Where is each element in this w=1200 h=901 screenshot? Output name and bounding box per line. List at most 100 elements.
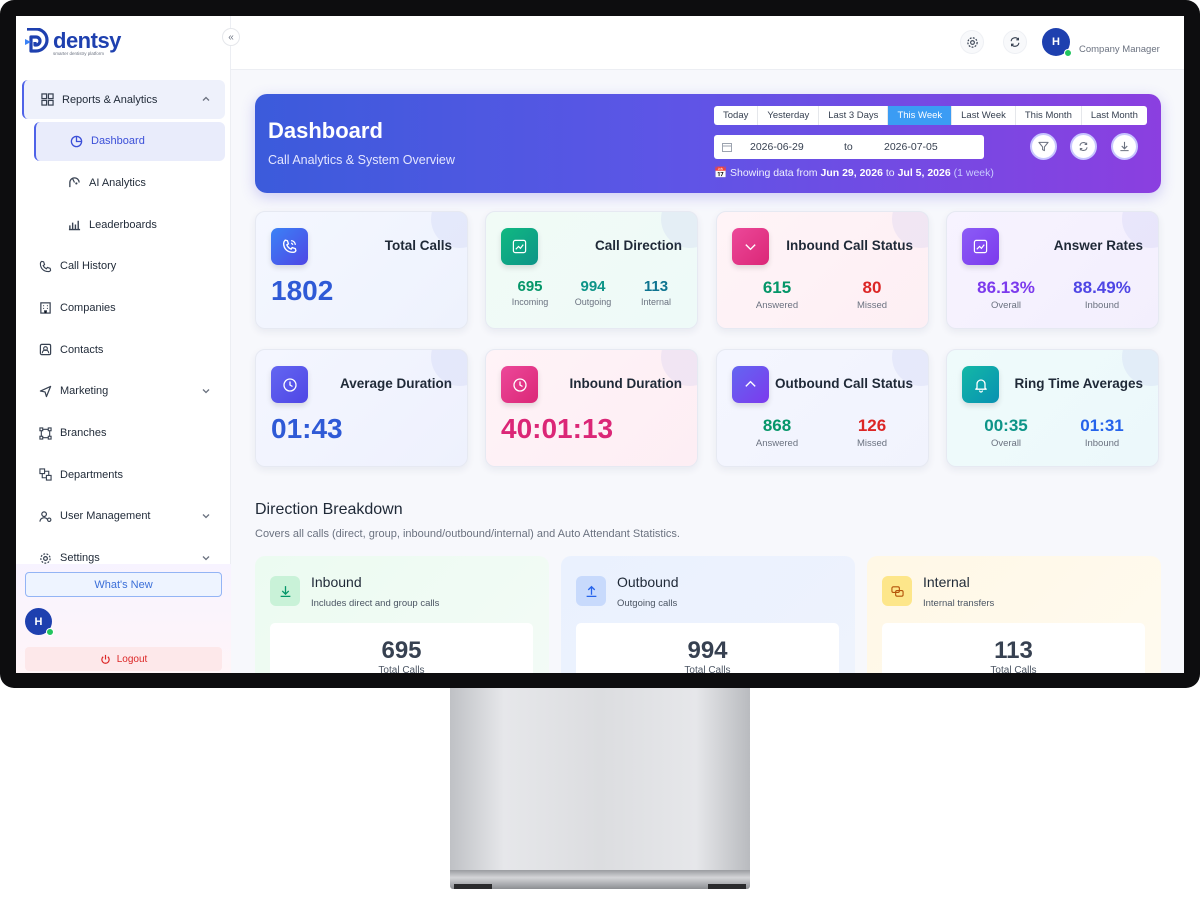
ring-inbound-label: Inbound xyxy=(1084,438,1120,449)
card-title: Inbound Duration xyxy=(569,376,682,391)
logout-label: Logout xyxy=(116,653,148,665)
sidebar-item-user-management[interactable]: User Management xyxy=(22,497,225,536)
outbound-breakdown-card[interactable]: Outbound Outgoing calls 994 Total Calls xyxy=(561,556,855,673)
sidebar-item-label: Dashboard xyxy=(91,135,145,148)
ring-inbound-stat: 01:31 Inbound xyxy=(1057,416,1147,449)
answered-label: Answered xyxy=(755,300,799,311)
sidebar-item-marketing[interactable]: Marketing xyxy=(22,372,225,411)
range-tab-last-month[interactable]: Last Month xyxy=(1082,106,1147,125)
filter-icon xyxy=(1038,141,1049,152)
inbound-call-status-card[interactable]: Inbound Call Status 615 Answered 80 Miss… xyxy=(716,211,929,329)
contact-card-icon xyxy=(39,343,52,356)
date-from[interactable]: 2026-06-29 xyxy=(750,141,804,153)
clock-icon xyxy=(501,366,538,403)
internal-breakdown-card[interactable]: Internal Internal transfers 113 Total Ca… xyxy=(867,556,1161,673)
answered-value: 868 xyxy=(762,416,792,435)
sidebar-item-call-history[interactable]: Call History xyxy=(22,247,225,286)
send-icon xyxy=(39,385,52,398)
sidebar-item-settings[interactable]: Settings xyxy=(22,539,225,565)
average-duration-value: 01:43 xyxy=(271,413,343,444)
range-tab-this-month[interactable]: This Month xyxy=(1016,106,1082,125)
call-direction-card[interactable]: Call Direction 695 Incoming 994 Outgoing… xyxy=(485,211,698,329)
building-icon xyxy=(40,302,51,315)
sidebar-item-label: User Management xyxy=(60,510,151,523)
card-title: Answer Rates xyxy=(1053,238,1143,253)
dentsy-logo-icon xyxy=(25,28,49,53)
inbound-breakdown-card[interactable]: Inbound Includes direct and group calls … xyxy=(255,556,549,673)
sidebar-item-label: Marketing xyxy=(60,385,109,398)
calendar-icon xyxy=(722,143,732,152)
summary-to: Jul 5, 2026 xyxy=(897,167,951,179)
sidebar-item-leaderboards[interactable]: Leaderboards xyxy=(34,205,225,244)
sidebar-item-contacts[interactable]: Contacts xyxy=(22,330,225,369)
monitor-stand xyxy=(450,688,750,872)
ring-time-averages-card[interactable]: Ring Time Averages 00:35 Overall 01:31 I… xyxy=(946,349,1159,467)
reset-button[interactable] xyxy=(1070,133,1097,160)
internal-value: 113 xyxy=(643,278,669,295)
inbound-rate-value: 88.49% xyxy=(1073,278,1131,297)
range-tab-this-week[interactable]: This Week xyxy=(888,106,953,125)
ring-overall-value: 00:35 xyxy=(984,416,1028,435)
card-title: Call Direction xyxy=(594,238,682,253)
sidebar-item-dashboard[interactable]: Dashboard xyxy=(34,121,225,161)
download-button[interactable] xyxy=(1111,133,1138,160)
topbar: H Company Manager xyxy=(231,16,1184,70)
answered-value: 615 xyxy=(762,278,792,297)
pie-chart-icon xyxy=(70,135,83,147)
outgoing-label: Outgoing xyxy=(574,297,612,307)
missed-value: 80 xyxy=(862,278,882,297)
departments-icon xyxy=(39,468,52,481)
sidebar-item-branches[interactable]: Branches xyxy=(22,414,225,453)
range-tab-last-week[interactable]: Last Week xyxy=(952,106,1016,125)
phone-icon xyxy=(39,260,52,272)
collapse-sidebar-button[interactable]: « xyxy=(222,28,240,46)
brand-logo[interactable]: dentsy smarter dentistry platform xyxy=(25,28,121,56)
sidebar-item-companies[interactable]: Companies xyxy=(22,288,225,327)
sidebar-item-reports-analytics[interactable]: Reports & Analytics xyxy=(22,80,225,119)
ring-overall-stat: 00:35 Overall xyxy=(961,416,1051,449)
settings-button[interactable] xyxy=(960,30,984,54)
sidebar-item-departments[interactable]: Departments xyxy=(22,455,225,494)
clock-icon xyxy=(271,366,308,403)
chevron-up-icon xyxy=(202,96,210,101)
inbound-duration-card[interactable]: Inbound Duration 40:01:13 xyxy=(485,349,698,467)
filter-button[interactable] xyxy=(1030,133,1057,160)
outbound-missed-stat: 126 Missed xyxy=(827,416,917,449)
outgoing-stat: 994 Outgoing xyxy=(561,278,625,307)
inbound-rate-stat: 88.49% Inbound xyxy=(1057,278,1147,311)
sidebar-item-label: Call History xyxy=(60,260,117,273)
average-duration-card[interactable]: Average Duration 01:43 xyxy=(255,349,468,467)
missed-value: 126 xyxy=(857,416,887,435)
whats-new-button[interactable]: What's New xyxy=(25,572,222,597)
profile-avatar[interactable]: H xyxy=(1042,28,1072,57)
date-range-picker[interactable]: 2026-06-29 to 2026-07-05 xyxy=(714,135,984,159)
outbound-call-status-card[interactable]: Outbound Call Status 868 Answered 126 Mi… xyxy=(716,349,929,467)
breakdown-total: 695 Total Calls xyxy=(270,623,533,673)
download-icon xyxy=(1120,141,1129,152)
monitor-stand-base xyxy=(450,870,750,889)
logout-button[interactable]: Logout xyxy=(25,647,222,671)
avatar-initial: H xyxy=(1052,36,1060,48)
total-calls-card[interactable]: Total Calls 1802 xyxy=(255,211,468,329)
incoming-value: 695 xyxy=(517,278,543,295)
calendar-emoji-icon: 📅 xyxy=(714,167,728,179)
range-tab-today[interactable]: Today xyxy=(714,106,759,125)
range-tab-last-3-days[interactable]: Last 3 Days xyxy=(819,106,889,125)
sidebar-item-label: Departments xyxy=(60,468,123,481)
date-to[interactable]: 2026-07-05 xyxy=(884,141,938,153)
range-tab-yesterday[interactable]: Yesterday xyxy=(758,106,820,125)
refresh-icon xyxy=(1079,142,1088,151)
user-avatar[interactable]: H xyxy=(25,608,54,636)
sidebar-item-ai-analytics[interactable]: AI Analytics xyxy=(34,163,225,202)
power-icon xyxy=(100,654,110,664)
refresh-button[interactable] xyxy=(1003,30,1027,54)
refresh-icon xyxy=(1010,37,1020,47)
chevron-down-icon xyxy=(202,555,210,560)
download-icon xyxy=(270,576,300,606)
bar-chart-icon xyxy=(68,220,81,231)
answer-rates-card[interactable]: Answer Rates 86.13% Overall 88.49% Inbou… xyxy=(946,211,1159,329)
sidebar-item-label: Leaderboards xyxy=(89,218,157,231)
online-status-dot xyxy=(46,628,54,636)
sidebar-item-label: Settings xyxy=(60,552,100,565)
incoming-label: Incoming xyxy=(511,297,549,307)
